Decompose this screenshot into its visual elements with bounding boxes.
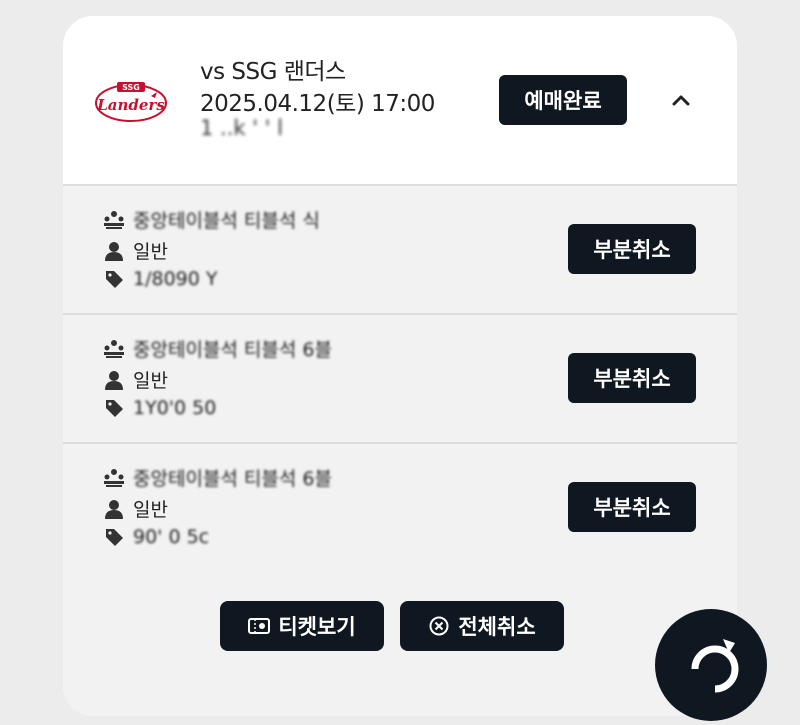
seat-row: 중앙테이블석 티블석 6블 일반 1Y0'0 50 부분취소 xyxy=(63,315,737,444)
game-title: vs SSG 랜더스 xyxy=(200,59,346,85)
person-icon xyxy=(103,369,125,391)
floating-action-button[interactable] xyxy=(655,609,767,721)
partial-cancel-button[interactable]: 부분취소 xyxy=(568,353,696,403)
ticket-type-text: 일반 xyxy=(133,370,168,392)
ticket-number-line: 90' 0 5c xyxy=(103,526,209,548)
svg-text:SSG: SSG xyxy=(122,83,140,92)
seat-section-text: 중앙테이블석 티블석 식 xyxy=(133,210,320,232)
ticket-type-line: 일반 xyxy=(103,495,168,522)
person-icon xyxy=(103,498,125,520)
ticket-number-text: 1Y0'0 50 xyxy=(133,397,217,419)
partial-cancel-button[interactable]: 부분취소 xyxy=(568,224,696,274)
seat-icon xyxy=(103,338,125,360)
view-ticket-label: 티켓보기 xyxy=(278,615,356,639)
ticket-type-line: 일반 xyxy=(103,237,168,264)
seat-section-line: 중앙테이블석 티블석 6블 xyxy=(103,464,332,491)
footer-actions: 티켓보기 전체취소 xyxy=(63,571,737,716)
svg-text:Landers: Landers xyxy=(96,96,165,114)
cancel-all-button[interactable]: 전체취소 xyxy=(400,601,564,651)
seat-section-text: 중앙테이블석 티블석 6블 xyxy=(133,339,332,361)
game-venue: 1 ..k ' ' l xyxy=(200,116,283,140)
refresh-icon xyxy=(691,639,739,693)
person-icon xyxy=(103,240,125,262)
ticket-type-line: 일반 xyxy=(103,366,168,393)
seat-section-line: 중앙테이블석 티블석 식 xyxy=(103,206,320,233)
view-ticket-button[interactable]: 티켓보기 xyxy=(220,601,384,651)
team-logo: SSG Landers xyxy=(93,76,169,126)
ticket-tag-icon xyxy=(103,526,125,548)
seat-row: 중앙테이블석 티블석 식 일반 1/8090 Y 부분취소 xyxy=(63,186,737,315)
ticket-icon xyxy=(248,616,271,636)
seat-icon xyxy=(103,467,125,489)
cancel-all-label: 전체취소 xyxy=(458,615,536,639)
close-circle-icon xyxy=(428,615,450,637)
ticket-number-text: 90' 0 5c xyxy=(133,526,210,548)
ticket-number-line: 1Y0'0 50 xyxy=(103,397,216,419)
chevron-up-icon xyxy=(672,95,690,106)
ticket-tag-icon xyxy=(103,397,125,419)
ticket-type-text: 일반 xyxy=(133,499,168,521)
seat-section-line: 중앙테이블석 티블석 6블 xyxy=(103,335,332,362)
ticket-number-text: 1/8090 Y xyxy=(133,268,218,290)
status-badge: 예매완료 xyxy=(499,75,627,125)
seat-icon xyxy=(103,209,125,231)
ticket-type-text: 일반 xyxy=(133,241,168,263)
seat-section-text: 중앙테이블석 티블석 6블 xyxy=(133,468,332,490)
reservation-card: SSG Landers vs SSG 랜더스 2025.04.12(토) 17:… xyxy=(63,16,737,716)
collapse-button[interactable] xyxy=(667,86,695,114)
ticket-tag-icon xyxy=(103,268,125,290)
ticket-number-line: 1/8090 Y xyxy=(103,268,218,290)
partial-cancel-button[interactable]: 부분취소 xyxy=(568,482,696,532)
reservation-header[interactable]: SSG Landers vs SSG 랜더스 2025.04.12(토) 17:… xyxy=(63,16,737,186)
game-datetime: 2025.04.12(토) 17:00 xyxy=(200,91,435,117)
seat-row: 중앙테이블석 티블석 6블 일반 90' 0 5c 부분취소 xyxy=(63,444,737,573)
